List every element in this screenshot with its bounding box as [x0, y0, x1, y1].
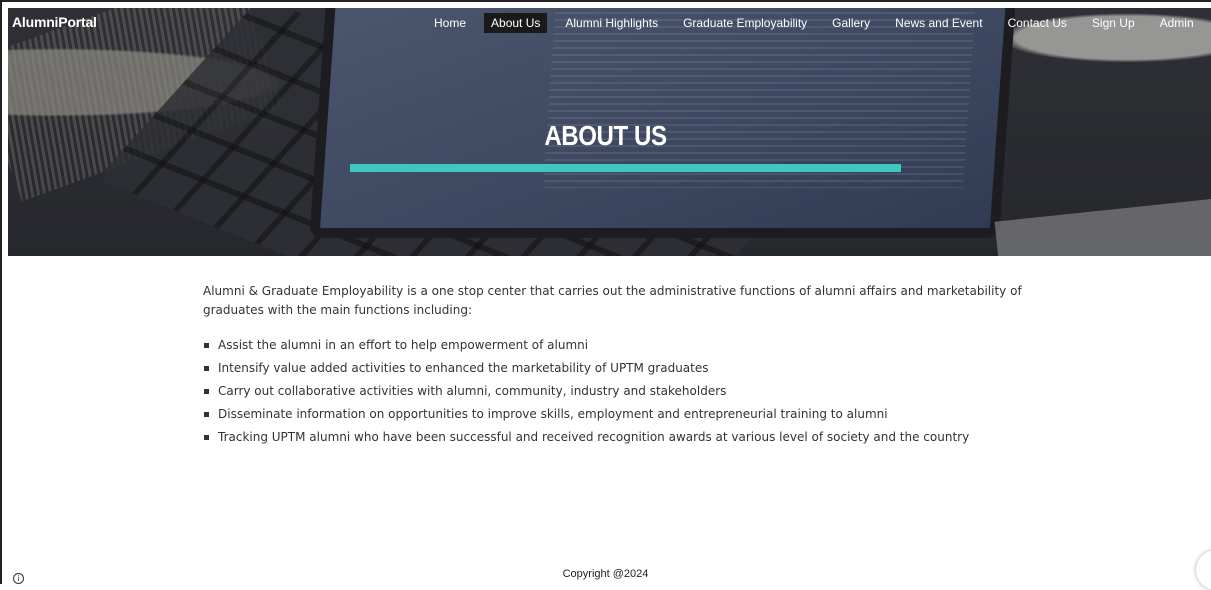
- bullet-icon: [204, 412, 209, 417]
- main-nav: Home About Us Alumni Highlights Graduate…: [427, 12, 1211, 34]
- nav-item-home[interactable]: Home: [427, 13, 473, 33]
- list-item-text: Intensify value added activities to enha…: [218, 361, 709, 375]
- bullet-icon: [204, 435, 209, 440]
- brand-logo[interactable]: AlumniPortal: [12, 14, 97, 30]
- nav-item-graduate-employability[interactable]: Graduate Employability: [676, 13, 814, 33]
- nav-item-contact-us[interactable]: Contact Us: [1001, 13, 1074, 33]
- nav-item-about-us[interactable]: About Us: [484, 13, 548, 33]
- list-item-text: Tracking UPTM alumni who have been succe…: [218, 430, 970, 444]
- footer-copyright: Copyright @2024: [562, 568, 649, 580]
- intro-paragraph: Alumni & Graduate Employability is a one…: [203, 284, 1022, 317]
- nav-item-gallery[interactable]: Gallery: [825, 13, 877, 33]
- info-icon[interactable]: i: [13, 573, 24, 584]
- bullet-icon: [204, 366, 209, 371]
- list-item: Carry out collaborative activities with …: [203, 383, 1043, 400]
- list-item: Tracking UPTM alumni who have been succe…: [203, 429, 1043, 446]
- list-item-text: Disseminate information on opportunities…: [218, 407, 888, 421]
- list-item-text: Carry out collaborative activities with …: [218, 384, 727, 398]
- bullet-icon: [204, 343, 209, 348]
- nav-item-admin[interactable]: Admin: [1153, 13, 1201, 33]
- list-item: Assist the alumni in an effort to help e…: [203, 337, 1043, 354]
- about-content: Alumni & Graduate Employability is a one…: [203, 282, 1043, 452]
- page-title: ABOUT US: [544, 120, 667, 151]
- nav-item-news-and-event[interactable]: News and Event: [888, 13, 989, 33]
- nav-item-alumni-highlights[interactable]: Alumni Highlights: [558, 13, 665, 33]
- functions-list: Assist the alumni in an effort to help e…: [203, 337, 1043, 446]
- list-item: Intensify value added activities to enha…: [203, 360, 1043, 377]
- title-underline-bar: [350, 164, 901, 172]
- list-item-text: Assist the alumni in an effort to help e…: [218, 338, 589, 352]
- list-item: Disseminate information on opportunities…: [203, 406, 1043, 423]
- nav-item-sign-up[interactable]: Sign Up: [1085, 13, 1142, 33]
- bullet-icon: [204, 389, 209, 394]
